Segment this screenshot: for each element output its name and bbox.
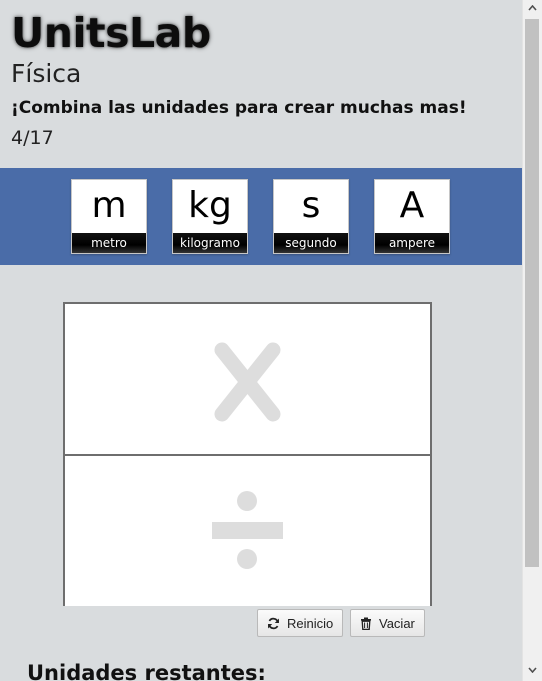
unit-name: segundo — [274, 233, 348, 253]
app-title: UnitsLab — [11, 9, 211, 57]
unit-tile-segundo[interactable]: s segundo — [273, 179, 349, 254]
progress-counter: 4/17 — [11, 127, 54, 149]
clear-button[interactable]: Vaciar — [350, 609, 425, 637]
tagline: ¡Combina las unidades para crear muchas … — [11, 98, 467, 118]
scroll-down-arrow[interactable] — [523, 662, 542, 679]
refresh-icon — [268, 617, 279, 629]
scroll-thumb[interactable] — [525, 19, 539, 567]
vertical-scrollbar[interactable] — [522, 0, 542, 681]
divide-icon — [212, 491, 283, 569]
unit-tile-kilogramo[interactable]: kg kilogramo — [172, 179, 248, 254]
unit-symbol: A — [399, 185, 425, 226]
unit-tile-ampere[interactable]: A ampere — [374, 179, 450, 254]
clear-label: Vaciar — [379, 615, 415, 631]
chevron-down-icon — [528, 667, 537, 673]
remaining-units-heading: Unidades restantes: — [27, 661, 266, 681]
trash-icon — [361, 617, 371, 630]
reset-label: Reinicio — [287, 615, 334, 631]
subject-subtitle: Física — [11, 59, 82, 88]
base-units-bar: m metro kg kilogramo s segundo A ampere — [0, 168, 522, 265]
unit-symbol: kg — [188, 185, 232, 226]
unit-tile-metro[interactable]: m metro — [71, 179, 147, 254]
multiply-drop-zone[interactable] — [65, 304, 430, 456]
divide-drop-zone[interactable] — [65, 456, 430, 606]
scroll-up-arrow[interactable] — [523, 0, 542, 17]
page: UnitsLab Física ¡Combina las unidades pa… — [0, 0, 522, 681]
chevron-up-icon — [528, 5, 537, 11]
unit-name: metro — [72, 233, 146, 253]
unit-name: kilogramo — [173, 233, 247, 253]
combination-workspace — [63, 302, 432, 606]
unit-symbol: s — [301, 185, 321, 226]
reset-button[interactable]: Reinicio — [257, 609, 344, 637]
multiply-icon — [214, 342, 281, 422]
unit-name: ampere — [375, 233, 449, 253]
unit-symbol: m — [91, 185, 127, 226]
